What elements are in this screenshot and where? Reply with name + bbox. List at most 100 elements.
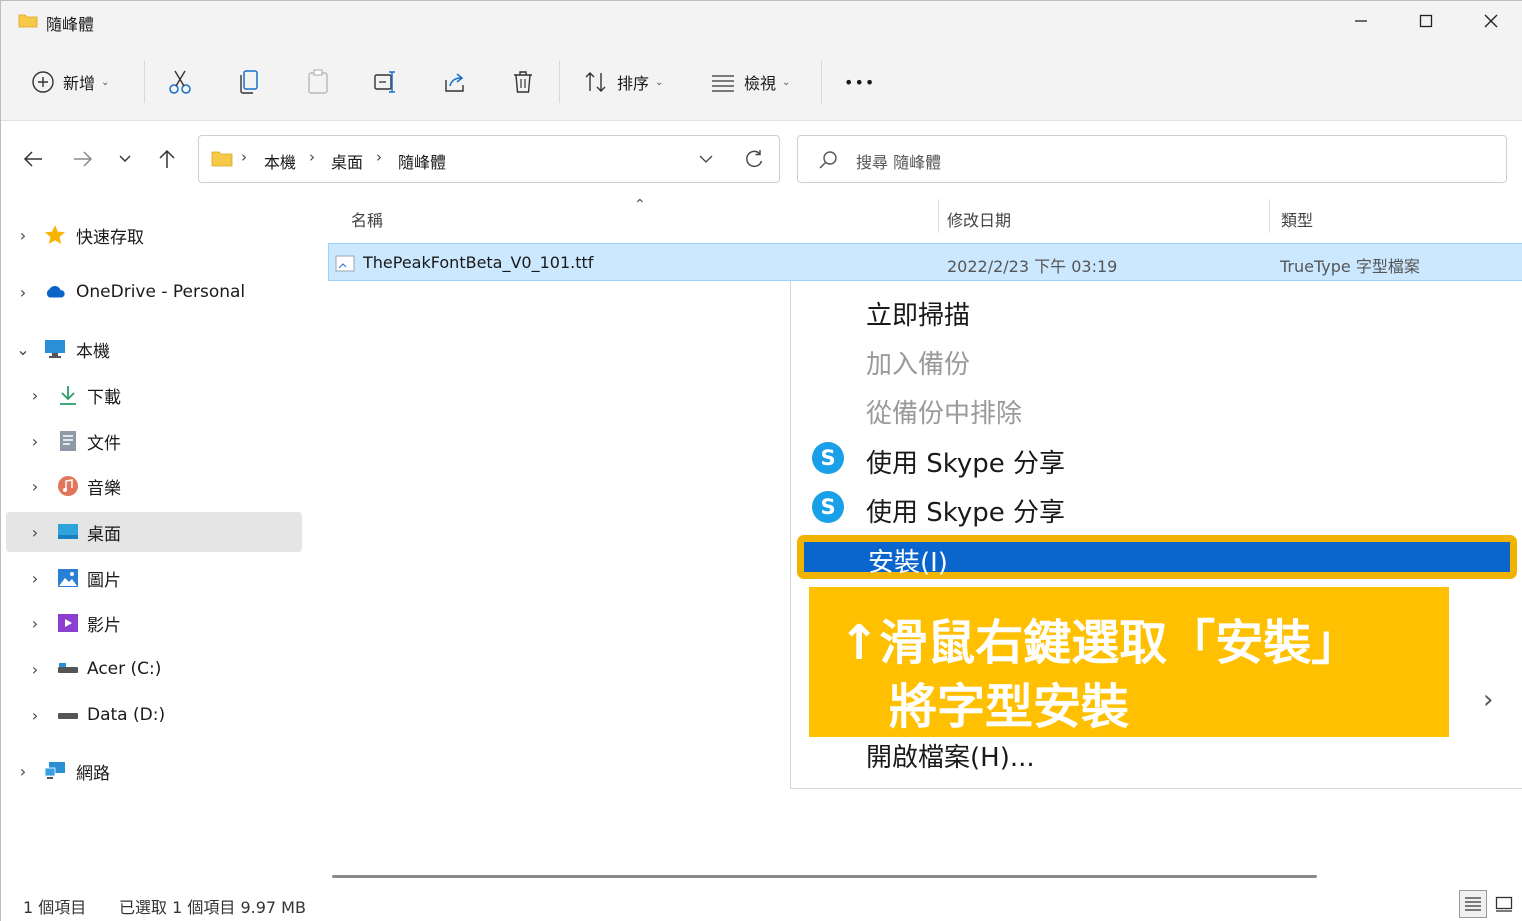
chevron-right-icon[interactable]: › <box>28 477 42 496</box>
list-view-icon <box>712 75 734 92</box>
cloud-icon <box>46 285 65 298</box>
column-header-name[interactable]: 名稱 <box>351 207 383 231</box>
chevron-down-icon[interactable]: ⌄ <box>16 340 30 359</box>
column-header-modified[interactable]: 修改日期 <box>947 207 1011 231</box>
refresh-icon[interactable] <box>744 149 764 169</box>
tiles-view-icon <box>1495 896 1513 912</box>
sidebar-item-downloads[interactable]: › 下載 <box>6 375 302 415</box>
navigation-pane: › 快速存取 › OneDrive - Personal ⌄ 本機 › 下載 ›… <box>1 197 306 886</box>
sidebar-item-label: 下載 <box>87 387 121 408</box>
more-options-button[interactable]: ••• <box>844 63 875 101</box>
forward-button[interactable] <box>67 145 99 173</box>
table-row[interactable]: ThePeakFontBeta_V0_101.ttf 2022/2/23 下午 … <box>328 243 1522 281</box>
sidebar-item-label: 桌面 <box>87 524 121 545</box>
sidebar-item-pictures[interactable]: › 圖片 <box>6 558 302 598</box>
view-button[interactable]: 檢視 ⌄ <box>710 63 790 101</box>
breadcrumb-desktop[interactable]: 桌面 <box>331 149 363 173</box>
title-bar: 隨峰體 <box>1 1 1522 43</box>
delete-button[interactable] <box>511 63 535 101</box>
separator <box>559 61 560 103</box>
network-icon <box>44 762 65 779</box>
menu-item-install[interactable]: 安裝(I) <box>797 535 1517 579</box>
chevron-right-icon[interactable]: › <box>28 386 42 405</box>
sidebar-item-drive-d[interactable]: › Data (D:) <box>6 695 302 735</box>
arrow-left-icon <box>23 151 42 167</box>
chevron-right-icon[interactable]: › <box>28 569 42 588</box>
breadcrumb-current-folder[interactable]: 隨峰體 <box>398 149 446 173</box>
back-button[interactable] <box>17 145 49 173</box>
sidebar-item-documents[interactable]: › 文件 <box>6 421 302 461</box>
sidebar-item-drive-c[interactable]: › Acer (C:) <box>6 649 302 689</box>
file-type: TrueType 字型檔案 <box>1280 257 1420 276</box>
address-row: › 本機 › 桌面 › 隨峰體 搜尋 隨峰體 <box>1 121 1522 197</box>
arrow-up-icon <box>159 149 175 168</box>
sidebar-item-label: Acer (C:) <box>87 659 162 679</box>
file-name: ThePeakFontBeta_V0_101.ttf <box>363 253 594 272</box>
window-title: 隨峰體 <box>46 15 95 34</box>
chevron-right-icon[interactable]: › <box>28 614 42 633</box>
chevron-right-icon[interactable]: › <box>16 283 30 302</box>
tiles-view-button[interactable] <box>1490 890 1518 918</box>
chevron-right-icon[interactable]: › <box>16 226 30 245</box>
close-button[interactable] <box>1461 5 1521 37</box>
drive-icon <box>58 663 78 673</box>
chevron-down-icon[interactable] <box>699 154 713 164</box>
sidebar-item-videos[interactable]: › 影片 <box>6 603 302 643</box>
menu-item-label: 安裝(I) <box>868 548 948 578</box>
svg-text:S: S <box>820 446 835 470</box>
separator <box>821 61 822 103</box>
chevron-right-icon[interactable]: › <box>28 660 42 679</box>
minimize-icon <box>1355 20 1367 22</box>
horizontal-scrollbar[interactable] <box>332 875 1317 878</box>
folder-icon <box>18 14 38 28</box>
sidebar-item-quick-access[interactable]: › 快速存取 <box>6 215 302 255</box>
sidebar-item-onedrive[interactable]: › OneDrive - Personal <box>6 272 302 312</box>
sidebar-item-music[interactable]: › 音樂 <box>6 466 302 506</box>
column-divider[interactable] <box>938 199 939 233</box>
search-box[interactable]: 搜尋 隨峰體 <box>797 135 1507 183</box>
maximize-button[interactable] <box>1396 5 1456 37</box>
sidebar-item-label: 影片 <box>87 615 121 636</box>
font-file-icon <box>335 255 355 272</box>
chevron-right-icon[interactable]: › <box>1483 685 1493 715</box>
item-count: 1 個項目 <box>23 898 87 917</box>
menu-item-share-skype[interactable]: S 使用 Skype 分享 <box>791 484 1522 530</box>
breadcrumb-chevron-icon: › <box>376 148 382 166</box>
minimize-button[interactable] <box>1331 5 1391 37</box>
command-bar: 新增 ⌄ 排序 ⌄ 檢視 ⌄ ••• <box>1 43 1522 121</box>
column-divider[interactable] <box>1269 199 1270 233</box>
sidebar-item-this-pc[interactable]: ⌄ 本機 <box>6 329 302 369</box>
sidebar-item-network[interactable]: › 網路 <box>6 751 302 791</box>
up-button[interactable] <box>151 145 183 173</box>
menu-item-label: 從備份中排除 <box>866 399 1023 429</box>
menu-item-scan-now[interactable]: 立即掃描 <box>791 287 1522 333</box>
menu-item-add-backup[interactable]: 加入備份 <box>791 336 1522 382</box>
close-icon <box>1484 14 1498 28</box>
chevron-right-icon[interactable]: › <box>28 523 42 542</box>
new-button[interactable]: 新增 ⌄ <box>31 63 109 101</box>
cut-button[interactable] <box>168 63 192 101</box>
file-explorer-window: 隨峰體 新增 ⌄ 排序 ⌄ 檢視 ⌄ ••• › 本機 › 桌面 › 隨峰體 搜… <box>0 0 1522 921</box>
rename-button[interactable] <box>373 63 399 101</box>
sort-button[interactable]: 排序 ⌄ <box>583 63 663 101</box>
sort-ascending-icon: ⌃ <box>634 197 646 213</box>
address-bar[interactable]: › 本機 › 桌面 › 隨峰體 <box>198 135 780 183</box>
sidebar-item-label: OneDrive - Personal <box>76 282 246 302</box>
column-header-type[interactable]: 類型 <box>1281 207 1313 231</box>
breadcrumb-this-pc[interactable]: 本機 <box>264 149 296 173</box>
copy-button[interactable] <box>238 63 260 101</box>
chevron-right-icon[interactable]: › <box>28 432 42 451</box>
recent-locations-button[interactable] <box>109 145 141 173</box>
chevron-right-icon[interactable]: › <box>16 762 30 781</box>
details-view-button[interactable] <box>1459 890 1487 918</box>
menu-item-exclude-backup[interactable]: 從備份中排除 <box>791 385 1522 431</box>
sort-icon <box>585 72 606 92</box>
sidebar-item-desktop[interactable]: › 桌面 <box>6 512 302 552</box>
paste-button[interactable] <box>306 63 330 101</box>
chevron-right-icon[interactable]: › <box>28 706 42 725</box>
menu-item-share-skype[interactable]: S 使用 Skype 分享 <box>791 435 1522 481</box>
chevron-down-icon: ⌄ <box>655 76 664 88</box>
sidebar-item-label: 網路 <box>76 763 110 784</box>
share-button[interactable] <box>442 63 468 101</box>
music-icon <box>58 476 78 496</box>
